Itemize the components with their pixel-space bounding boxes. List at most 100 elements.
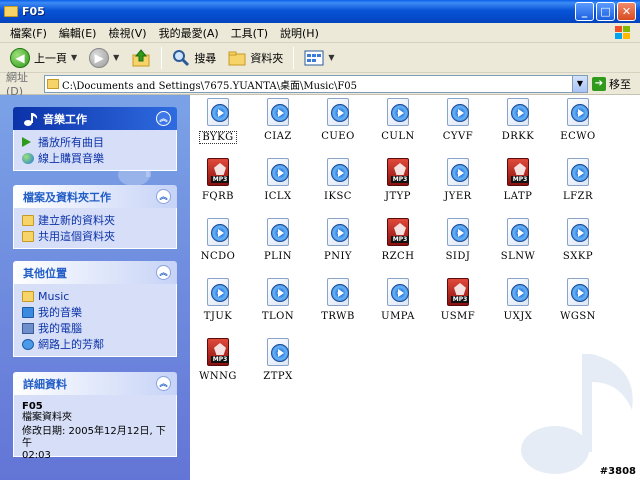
file-item[interactable]: ZTPX [248, 338, 308, 382]
address-label: 網址(D) [6, 71, 28, 98]
details-header[interactable]: 詳細資料 ︽ [13, 372, 177, 395]
place-network[interactable]: 網路上的芳鄰 [22, 336, 168, 352]
file-item[interactable]: WGSN [548, 278, 608, 322]
file-item[interactable]: TRWB [308, 278, 368, 322]
file-item[interactable]: SXKP [548, 218, 608, 262]
maximize-button[interactable]: □ [596, 2, 615, 21]
share-folder-link[interactable]: 共用這個資料夾 [22, 228, 168, 244]
file-name: LATP [503, 191, 533, 202]
play-icon [22, 137, 31, 147]
search-icon [173, 49, 190, 66]
file-item[interactable]: TJUK [190, 278, 248, 322]
place-music[interactable]: Music [22, 288, 168, 304]
forward-arrow-icon: ▶ [89, 47, 110, 68]
file-item[interactable]: IKSC [308, 158, 368, 202]
file-item[interactable]: CULN [368, 98, 428, 142]
music-tasks-body: 播放所有曲目 線上購買音樂 [13, 130, 177, 171]
file-item[interactable]: DRKK [488, 98, 548, 142]
menu-tools[interactable]: 工具(T) [225, 25, 274, 41]
address-field[interactable]: C:\Documents and Settings\7675.YUANTA\桌面… [44, 75, 588, 93]
windows-logo-icon [615, 26, 630, 39]
file-item[interactable]: PNIY [308, 218, 368, 262]
music-tasks-title: 音樂工作 [43, 112, 87, 126]
play-all-link[interactable]: 播放所有曲目 [22, 134, 168, 150]
menu-file[interactable]: 檔案(F) [4, 25, 53, 41]
file-item[interactable]: BYKG [190, 98, 248, 144]
back-button[interactable]: ◀ 上一頁 ▼ [6, 46, 81, 70]
media-file-icon [205, 218, 231, 248]
file-item[interactable]: LFZR [548, 158, 608, 202]
file-item[interactable]: NCDO [190, 218, 248, 262]
music-tasks-header[interactable]: 音樂工作 ︽ [13, 107, 177, 130]
menu-help[interactable]: 說明(H) [274, 25, 325, 41]
media-file-icon [265, 158, 291, 188]
views-button[interactable]: ▼ [300, 46, 338, 70]
file-item[interactable]: ICLX [248, 158, 308, 202]
menu-favorites[interactable]: 我的最愛(A) [153, 25, 225, 41]
my-music-icon [22, 306, 34, 318]
file-tasks-body: 建立新的資料夾 共用這個資料夾 [13, 208, 177, 249]
media-file-icon [505, 218, 531, 248]
file-item[interactable]: ECWO [548, 98, 608, 142]
up-folder-button[interactable] [127, 46, 155, 70]
go-button[interactable]: ➔ 移至 [592, 76, 631, 92]
chevron-down-icon[interactable]: ▼ [572, 76, 587, 92]
collapse-chevron-icon[interactable]: ︽ [156, 111, 171, 126]
mp3-badge: MP3 [451, 296, 469, 303]
file-name: CIAZ [264, 131, 292, 142]
media-file-icon [205, 278, 231, 308]
file-item[interactable]: MP3 RZCH [368, 218, 428, 262]
file-item[interactable]: MP3 FQRB [190, 158, 248, 202]
collapse-chevron-icon[interactable]: ︽ [156, 189, 171, 204]
file-item[interactable]: CYVF [428, 98, 488, 142]
file-item[interactable]: MP3 JTYP [368, 158, 428, 202]
collapse-chevron-icon[interactable]: ︽ [156, 376, 171, 391]
file-name: RZCH [381, 251, 415, 262]
new-folder-link[interactable]: 建立新的資料夾 [22, 212, 168, 228]
place-my-computer-label: 我的電腦 [38, 322, 82, 335]
mp3-badge: MP3 [391, 176, 409, 183]
media-file-icon [445, 218, 471, 248]
place-my-music-label: 我的音樂 [38, 306, 82, 319]
task-pane: 音樂工作 ︽ 播放所有曲目 線上購買音樂 檔案及資料夾工作 ︽ 建立新的資料夾 [0, 95, 190, 480]
close-button[interactable]: ✕ [617, 2, 636, 21]
go-arrow-icon: ➔ [592, 77, 606, 91]
menu-edit[interactable]: 編輯(E) [53, 25, 103, 41]
search-button[interactable]: 搜尋 [168, 46, 220, 70]
file-tasks-title: 檔案及資料夾工作 [23, 190, 111, 204]
details-body: F05 檔案資料夾 修改日期: 2005年12月12日, 下午 02:03 [13, 395, 177, 461]
media-file-icon [265, 218, 291, 248]
forward-button[interactable]: ▶ ▼ [85, 46, 123, 70]
toolbar: ◀ 上一頁 ▼ ▶ ▼ 搜尋 資料夾 ▼ [0, 43, 640, 73]
place-my-computer[interactable]: 我的電腦 [22, 320, 168, 336]
file-item[interactable]: UXJX [488, 278, 548, 322]
collapse-chevron-icon[interactable]: ︽ [156, 265, 171, 280]
other-places-header[interactable]: 其他位置 ︽ [13, 261, 177, 284]
file-name: BYKG [199, 131, 237, 144]
file-item[interactable]: TLON [248, 278, 308, 322]
file-item[interactable]: PLIN [248, 218, 308, 262]
file-list-view[interactable]: BYKG CIAZ CUEO CULN CYVF DRKK ECWO MP3 FQRB ICLX I… [190, 95, 640, 480]
file-item[interactable]: JYER [428, 158, 488, 202]
menu-view[interactable]: 檢視(V) [102, 25, 152, 41]
file-name: IKSC [324, 191, 352, 202]
file-item[interactable]: CUEO [308, 98, 368, 142]
file-item[interactable]: UMPA [368, 278, 428, 322]
mp3-badge: MP3 [511, 176, 529, 183]
window-title: F05 [22, 5, 45, 18]
file-tasks-header[interactable]: 檔案及資料夾工作 ︽ [13, 185, 177, 208]
file-item[interactable]: MP3 WNNG [190, 338, 248, 382]
file-item[interactable]: CIAZ [248, 98, 308, 142]
file-name: JYER [444, 191, 472, 202]
file-item[interactable]: SLNW [488, 218, 548, 262]
file-item[interactable]: SIDJ [428, 218, 488, 262]
media-file-icon [205, 98, 231, 128]
folders-button[interactable]: 資料夾 [224, 46, 287, 70]
place-my-music[interactable]: 我的音樂 [22, 304, 168, 320]
address-bar: 網址(D) C:\Documents and Settings\7675.YUA… [0, 71, 640, 98]
file-item[interactable]: MP3 USMF [428, 278, 488, 322]
shop-online-link[interactable]: 線上購買音樂 [22, 150, 168, 166]
file-name: SLNW [500, 251, 536, 262]
minimize-button[interactable]: _ [575, 2, 594, 21]
file-item[interactable]: MP3 LATP [488, 158, 548, 202]
